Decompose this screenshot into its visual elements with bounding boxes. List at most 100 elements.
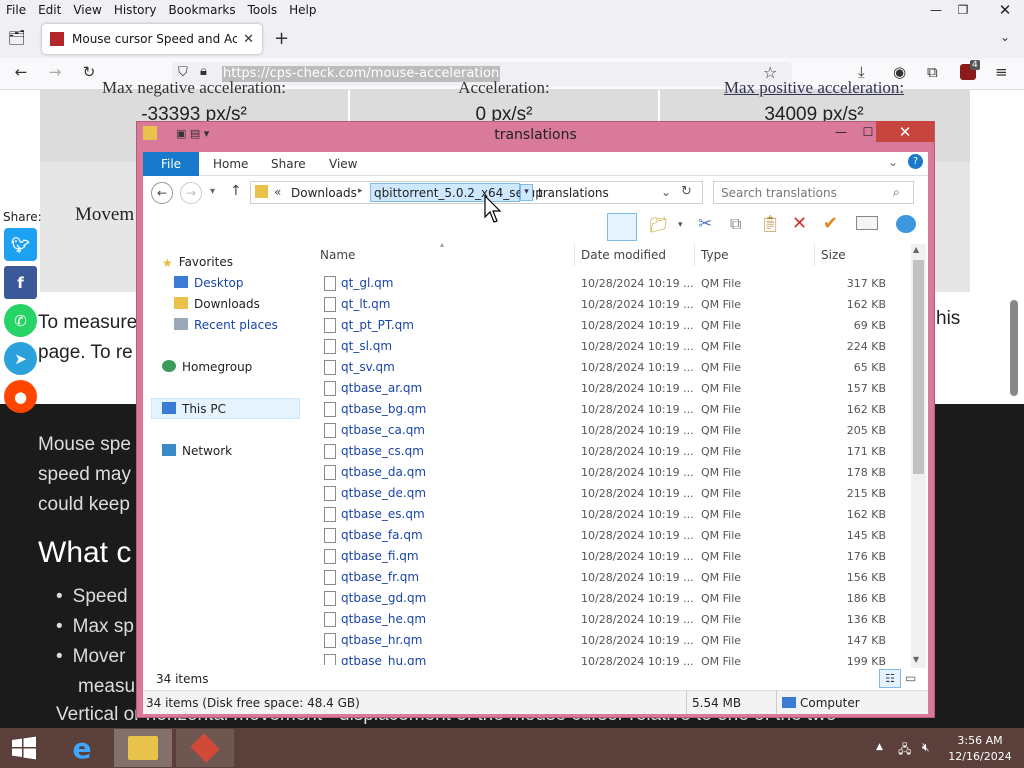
table-row[interactable]: qt_pt_PT.qm 10/28/2024 10:19 ... QM File 69… <box>320 315 910 336</box>
column-name[interactable]: Name <box>320 248 355 262</box>
ribbon-tab-share[interactable]: Share <box>271 157 306 171</box>
details-view-icon[interactable]: ☷ <box>879 669 901 688</box>
address-history-icon[interactable]: ⌄ <box>661 185 671 199</box>
table-row[interactable]: qtbase_de.qm 10/28/2024 10:19 ... QM File 2… <box>320 483 910 504</box>
telegram-icon[interactable]: ➤ <box>4 342 37 375</box>
clock[interactable]: 3:56 AM 12/16/2024 <box>940 733 1020 765</box>
breadcrumb-dropdown-icon[interactable]: ▾ <box>520 184 533 201</box>
tab-close-icon[interactable]: ✕ <box>243 32 254 47</box>
menu-view[interactable]: View <box>67 3 107 17</box>
nav-downloads[interactable]: Downloads <box>174 297 260 311</box>
menu-file[interactable]: File <box>0 3 32 17</box>
table-row[interactable]: qtbase_bg.qm 10/28/2024 10:19 ... QM File 1… <box>320 399 910 420</box>
up-icon[interactable]: ↑ <box>230 183 242 199</box>
tab-list-icon[interactable]: 🗂 <box>8 30 26 46</box>
table-row[interactable]: qtbase_fr.qm 10/28/2024 10:19 ... QM File 1… <box>320 567 910 588</box>
table-row[interactable]: qtbase_he.qm 10/28/2024 10:19 ... QM File 1… <box>320 609 910 630</box>
scroll-down-icon[interactable]: ▼ <box>913 655 919 664</box>
back-icon[interactable]: ← <box>151 182 173 204</box>
hamburger-menu-icon[interactable]: ≡ <box>995 63 1008 81</box>
large-icons-view-icon[interactable]: ▭ <box>905 671 916 685</box>
nav-network[interactable]: Network <box>162 444 232 458</box>
column-type[interactable]: Type <box>701 248 729 262</box>
nav-favorites[interactable]: ★ Favorites <box>162 255 233 270</box>
help-icon[interactable]: ? <box>908 154 923 169</box>
new-tab-icon[interactable]: + <box>274 28 289 49</box>
delete-icon[interactable]: ✕ <box>792 213 807 234</box>
twitter-icon[interactable]: 🐦︎ <box>4 228 37 261</box>
volume-muted-icon[interactable]: 🔇︎ <box>922 740 930 755</box>
refresh-icon[interactable]: ↻ <box>681 184 692 199</box>
minimize-icon[interactable]: — <box>828 121 854 142</box>
breadcrumb-downloads[interactable]: Downloads <box>291 186 357 200</box>
recent-locations-icon[interactable]: ▾ <box>210 186 215 197</box>
file-type: QM File <box>701 655 742 665</box>
copy-icon[interactable]: ⧉ <box>730 214 741 234</box>
table-row[interactable]: qtbase_es.qm 10/28/2024 10:19 ... QM File 1… <box>320 504 910 525</box>
close-icon[interactable]: ✕ <box>986 0 1024 20</box>
minimize-icon[interactable]: — <box>921 0 951 20</box>
breadcrumb-qbittorrent[interactable]: qbittorrent_5.0.2_x64_setup <box>374 186 543 200</box>
nav-recent[interactable]: Recent places <box>174 318 278 332</box>
column-date[interactable]: Date modified <box>581 248 666 262</box>
search-icon[interactable]: ⌕ <box>893 185 900 200</box>
menu-help[interactable]: Help <box>283 3 322 17</box>
scroll-thumb[interactable] <box>913 260 924 474</box>
file-explorer-taskbar-button[interactable] <box>114 729 172 767</box>
start-button[interactable] <box>0 729 48 767</box>
menu-tools[interactable]: Tools <box>242 3 284 17</box>
restore-icon[interactable]: ❐ <box>948 0 978 20</box>
back-icon[interactable]: ← <box>10 63 32 81</box>
ribbon-expand-icon[interactable]: ⌄ <box>888 155 898 169</box>
table-row[interactable]: qt_lt.qm 10/28/2024 10:19 ... QM File 162 K… <box>320 294 910 315</box>
table-row[interactable]: qtbase_hu.qm 10/28/2024 10:19 ... QM File 1… <box>320 651 910 665</box>
forward-icon[interactable]: → <box>180 182 202 204</box>
file-icon <box>324 591 336 606</box>
firefox-taskbar-button[interactable] <box>176 729 234 767</box>
table-row[interactable]: qtbase_ca.qm 10/28/2024 10:19 ... QM File 2… <box>320 420 910 441</box>
address-prefix[interactable]: « <box>274 185 281 199</box>
ribbon-tab-file[interactable]: File <box>143 152 199 176</box>
internet-explorer-icon[interactable]: e <box>58 729 106 767</box>
scroll-up-icon[interactable]: ▲ <box>913 245 919 254</box>
paste-icon[interactable]: 📋︎ <box>760 214 780 233</box>
nav-desktop[interactable]: Desktop <box>174 276 244 290</box>
table-row[interactable]: qtbase_cs.qm 10/28/2024 10:19 ... QM File 1… <box>320 441 910 462</box>
ribbon-tab-view[interactable]: View <box>329 157 357 171</box>
facebook-icon[interactable]: f <box>4 266 37 299</box>
cut-icon[interactable]: ✂ <box>698 214 712 234</box>
breadcrumb-translations[interactable]: translations <box>538 186 609 200</box>
table-row[interactable]: qtbase_ar.qm 10/28/2024 10:19 ... QM File 1… <box>320 378 910 399</box>
properties-folder-icon[interactable]: 📁︎ <box>649 216 668 234</box>
menu-bookmarks[interactable]: Bookmarks <box>163 3 242 17</box>
table-row[interactable]: qtbase_fa.qm 10/28/2024 10:19 ... QM File 1… <box>320 525 910 546</box>
whatsapp-icon[interactable]: ✆ <box>4 304 37 337</box>
table-row[interactable]: qtbase_da.qm 10/28/2024 10:19 ... QM File 1… <box>320 462 910 483</box>
close-button[interactable]: ✕ <box>876 121 934 142</box>
browser-tab[interactable]: Mouse cursor Speed and Accele ✕ <box>42 24 262 54</box>
table-row[interactable]: qt_gl.qm 10/28/2024 10:19 ... QM File 317 K… <box>320 273 910 294</box>
breadcrumb-chevron-icon[interactable]: ▸ <box>358 186 363 196</box>
globe-icon[interactable] <box>896 215 916 233</box>
column-size[interactable]: Size <box>821 248 846 262</box>
page-scrollbar[interactable] <box>1010 300 1018 396</box>
chevron-down-icon[interactable]: ⌄ <box>1000 30 1010 44</box>
network-tray-icon[interactable]: 🖧︎ <box>898 740 911 761</box>
table-row[interactable]: qt_sv.qm 10/28/2024 10:19 ... QM File 65 KB <box>320 357 910 378</box>
nav-homegroup[interactable]: Homegroup <box>162 360 252 374</box>
reddit-icon[interactable]: ● <box>4 380 37 413</box>
checkmark-icon[interactable]: ✔ <box>823 213 838 234</box>
ribbon-tab-home[interactable]: Home <box>213 157 248 171</box>
preview-pane-icon[interactable] <box>607 213 637 241</box>
tray-expand-icon[interactable]: ▲ <box>876 742 883 752</box>
table-row[interactable]: qt_sl.qm 10/28/2024 10:19 ... QM File 224 K… <box>320 336 910 357</box>
table-row[interactable]: qtbase_fi.qm 10/28/2024 10:19 ... QM File 1… <box>320 546 910 567</box>
rename-icon[interactable] <box>856 216 878 230</box>
dropdown-icon[interactable]: ▾ <box>678 220 683 230</box>
menu-history[interactable]: History <box>108 3 163 17</box>
lock-icon[interactable]: 🔒︎ <box>200 64 207 79</box>
menu-edit[interactable]: Edit <box>32 3 67 17</box>
table-row[interactable]: qtbase_hr.qm 10/28/2024 10:19 ... QM File 1… <box>320 630 910 651</box>
table-row[interactable]: qtbase_gd.qm 10/28/2024 10:19 ... QM File 1… <box>320 588 910 609</box>
nav-this-pc[interactable]: This PC <box>162 402 226 416</box>
